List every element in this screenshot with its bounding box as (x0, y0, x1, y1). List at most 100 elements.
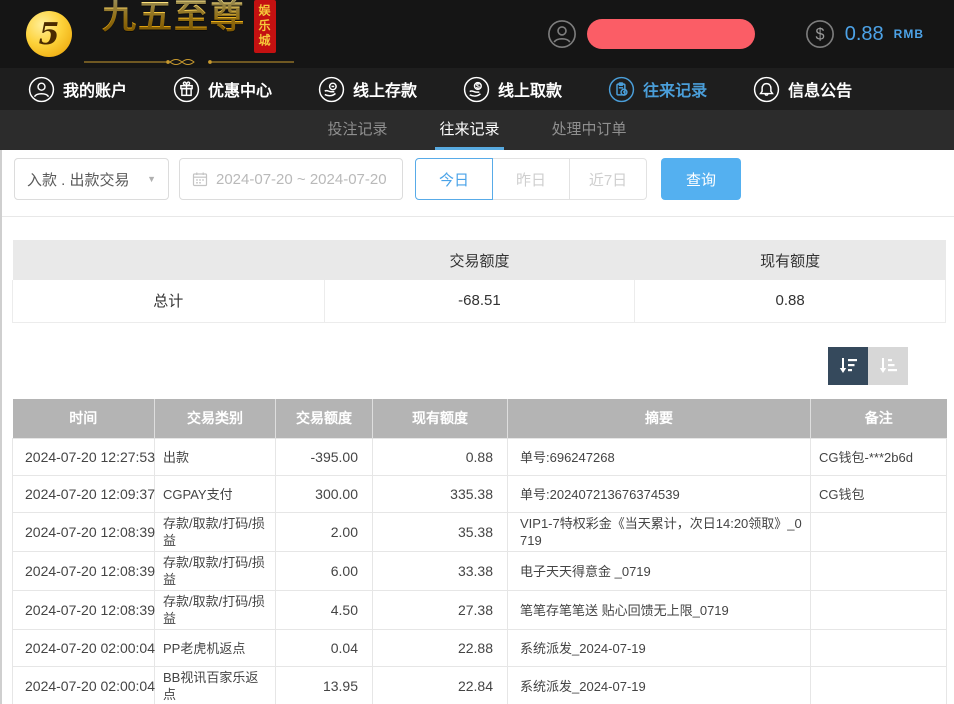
sort-ascending-icon (877, 355, 899, 377)
cell-remark (811, 552, 947, 591)
filter-bar: 入款 . 出款交易 ▼ 2024-07-20 ~ 2024-07-20 今日 昨… (2, 158, 954, 200)
nav-label: 信息公告 (788, 77, 852, 101)
deposit-icon (318, 76, 345, 103)
brand-monogram-icon: 5 (26, 11, 72, 57)
cell-type: 存款/取款/打码/损益 (155, 513, 276, 552)
transaction-type-value: 入款 . 出款交易 (27, 169, 130, 190)
header-amount: 交易额度 (276, 399, 373, 439)
nav-label: 线上取款 (498, 77, 562, 101)
balance-amount: 0.88 (845, 23, 884, 46)
sort-controls (2, 347, 908, 385)
section-divider (2, 216, 954, 217)
header-summary: 摘要 (508, 399, 811, 439)
cell-balance: 33.38 (373, 552, 508, 591)
table-row: 2024-07-20 12:08:39 存款/取款/打码/损益 6.00 33.… (13, 552, 947, 591)
cell-amount: 6.00 (276, 552, 373, 591)
svg-text:$: $ (476, 83, 480, 90)
cell-time: 2024-07-20 12:08:39 (13, 591, 155, 630)
summary-transaction-total: -68.51 (324, 280, 635, 322)
transaction-type-select[interactable]: 入款 . 出款交易 ▼ (14, 158, 169, 200)
cell-balance: 27.38 (373, 591, 508, 630)
cell-remark (811, 630, 947, 667)
today-button[interactable]: 今日 (415, 158, 493, 200)
cell-time: 2024-07-20 12:08:39 (13, 513, 155, 552)
cell-amount: 4.50 (276, 591, 373, 630)
nav-label: 往来记录 (643, 77, 707, 101)
withdraw-icon: $ (463, 76, 490, 103)
summary-balance-total: 0.88 (635, 280, 946, 322)
tab-betting-records[interactable]: 投注记录 (323, 110, 391, 150)
table-row: 2024-07-20 12:09:37 CGPAY支付 300.00 335.3… (13, 476, 947, 513)
date-range-input[interactable]: 2024-07-20 ~ 2024-07-20 (179, 158, 403, 200)
header-remark: 备注 (811, 399, 947, 439)
cell-type: 出款 (155, 439, 276, 476)
bell-icon (753, 76, 780, 103)
summary-table: 交易额度 现有额度 总计 -68.51 0.88 (12, 240, 946, 323)
cell-remark: CG钱包-***2b6d (811, 439, 947, 476)
header-balance: 现有额度 (373, 399, 508, 439)
summary-row: 总计 -68.51 0.88 (13, 280, 946, 322)
cell-balance: 0.88 (373, 439, 508, 476)
top-header: 5 九五至尊 娱乐城 $ 0.88 RMB (0, 0, 954, 68)
nav-item-deposit[interactable]: 线上存款 (318, 76, 417, 103)
sort-ascending-button[interactable] (868, 347, 908, 385)
calendar-icon (192, 171, 208, 187)
records-icon (608, 76, 635, 103)
records-header-row: 时间 交易类别 交易额度 现有额度 摘要 备注 (13, 399, 947, 439)
user-avatar-icon (547, 19, 577, 49)
svg-text:$: $ (815, 26, 824, 44)
cell-remark (811, 591, 947, 630)
quick-date-group: 今日 昨日 近7日 (415, 158, 647, 200)
brand-subtitle: 娱乐城 (254, 0, 276, 53)
cell-time: 2024-07-20 12:09:37 (13, 476, 155, 513)
tab-transaction-records[interactable]: 往来记录 (435, 110, 503, 150)
cell-type: 存款/取款/打码/损益 (155, 591, 276, 630)
table-row: 2024-07-20 12:08:39 存款/取款/打码/损益 4.50 27.… (13, 591, 947, 630)
balance-currency: RMB (894, 27, 924, 41)
brand-logo[interactable]: 5 九五至尊 娱乐城 (26, 0, 294, 68)
brand-flourish-icon (84, 56, 294, 68)
search-button[interactable]: 查询 (661, 158, 741, 200)
main-nav: 我的账户 优惠中心 线上存款 $ 线上取款 (0, 68, 954, 110)
nav-item-withdraw[interactable]: $ 线上取款 (463, 76, 562, 103)
nav-item-my-account[interactable]: 我的账户 (28, 76, 127, 103)
username-redacted (587, 19, 755, 49)
cell-type: 存款/取款/打码/损益 (155, 552, 276, 591)
sort-descending-icon (837, 355, 859, 377)
table-row: 2024-07-20 12:08:39 存款/取款/打码/损益 2.00 35.… (13, 513, 947, 552)
cell-type: BB视讯百家乐返点 (155, 667, 276, 704)
brand-title: 九五至尊 (102, 0, 246, 34)
record-subtabs: 投注记录 往来记录 处理中订单 (0, 110, 954, 150)
summary-header-blank (13, 240, 325, 280)
nav-item-announcements[interactable]: 信息公告 (753, 76, 852, 103)
gift-icon (173, 76, 200, 103)
chevron-down-icon: ▼ (147, 174, 156, 184)
sort-descending-button[interactable] (828, 347, 868, 385)
nav-label: 线上存款 (353, 77, 417, 101)
summary-header-balance: 现有额度 (635, 240, 946, 280)
cell-amount: 13.95 (276, 667, 373, 704)
content-area: 入款 . 出款交易 ▼ 2024-07-20 ~ 2024-07-20 今日 昨… (0, 150, 954, 704)
cell-summary: 笔笔存笔笔送 贴心回馈无上限_0719 (508, 591, 811, 630)
table-row: 2024-07-20 02:00:04 BB视讯百家乐返点 13.95 22.8… (13, 667, 947, 704)
cell-balance: 35.38 (373, 513, 508, 552)
last7days-button[interactable]: 近7日 (569, 158, 647, 200)
cell-remark: CG钱包 (811, 476, 947, 513)
summary-header-transaction: 交易额度 (324, 240, 635, 280)
table-row: 2024-07-20 02:00:04 PP老虎机返点 0.04 22.88 系… (13, 630, 947, 667)
cell-summary: VIP1-7特权彩金《当天累计，次日14:20领取》_0719 (508, 513, 811, 552)
records-table: 时间 交易类别 交易额度 现有额度 摘要 备注 2024-07-20 12:27… (12, 399, 947, 704)
header-time: 时间 (13, 399, 155, 439)
yesterday-button[interactable]: 昨日 (492, 158, 570, 200)
table-row: 2024-07-20 12:27:53 出款 -395.00 0.88 单号:6… (13, 439, 947, 476)
nav-label: 优惠中心 (208, 77, 272, 101)
tab-pending-orders[interactable]: 处理中订单 (548, 110, 631, 150)
header-type: 交易类别 (155, 399, 276, 439)
cell-time: 2024-07-20 12:27:53 (13, 439, 155, 476)
nav-item-transactions[interactable]: 往来记录 (608, 76, 707, 103)
cell-type: PP老虎机返点 (155, 630, 276, 667)
date-range-value: 2024-07-20 ~ 2024-07-20 (216, 171, 387, 188)
cell-summary: 电子天天得意金 _0719 (508, 552, 811, 591)
nav-item-promotions[interactable]: 优惠中心 (173, 76, 272, 103)
cell-time: 2024-07-20 12:08:39 (13, 552, 155, 591)
